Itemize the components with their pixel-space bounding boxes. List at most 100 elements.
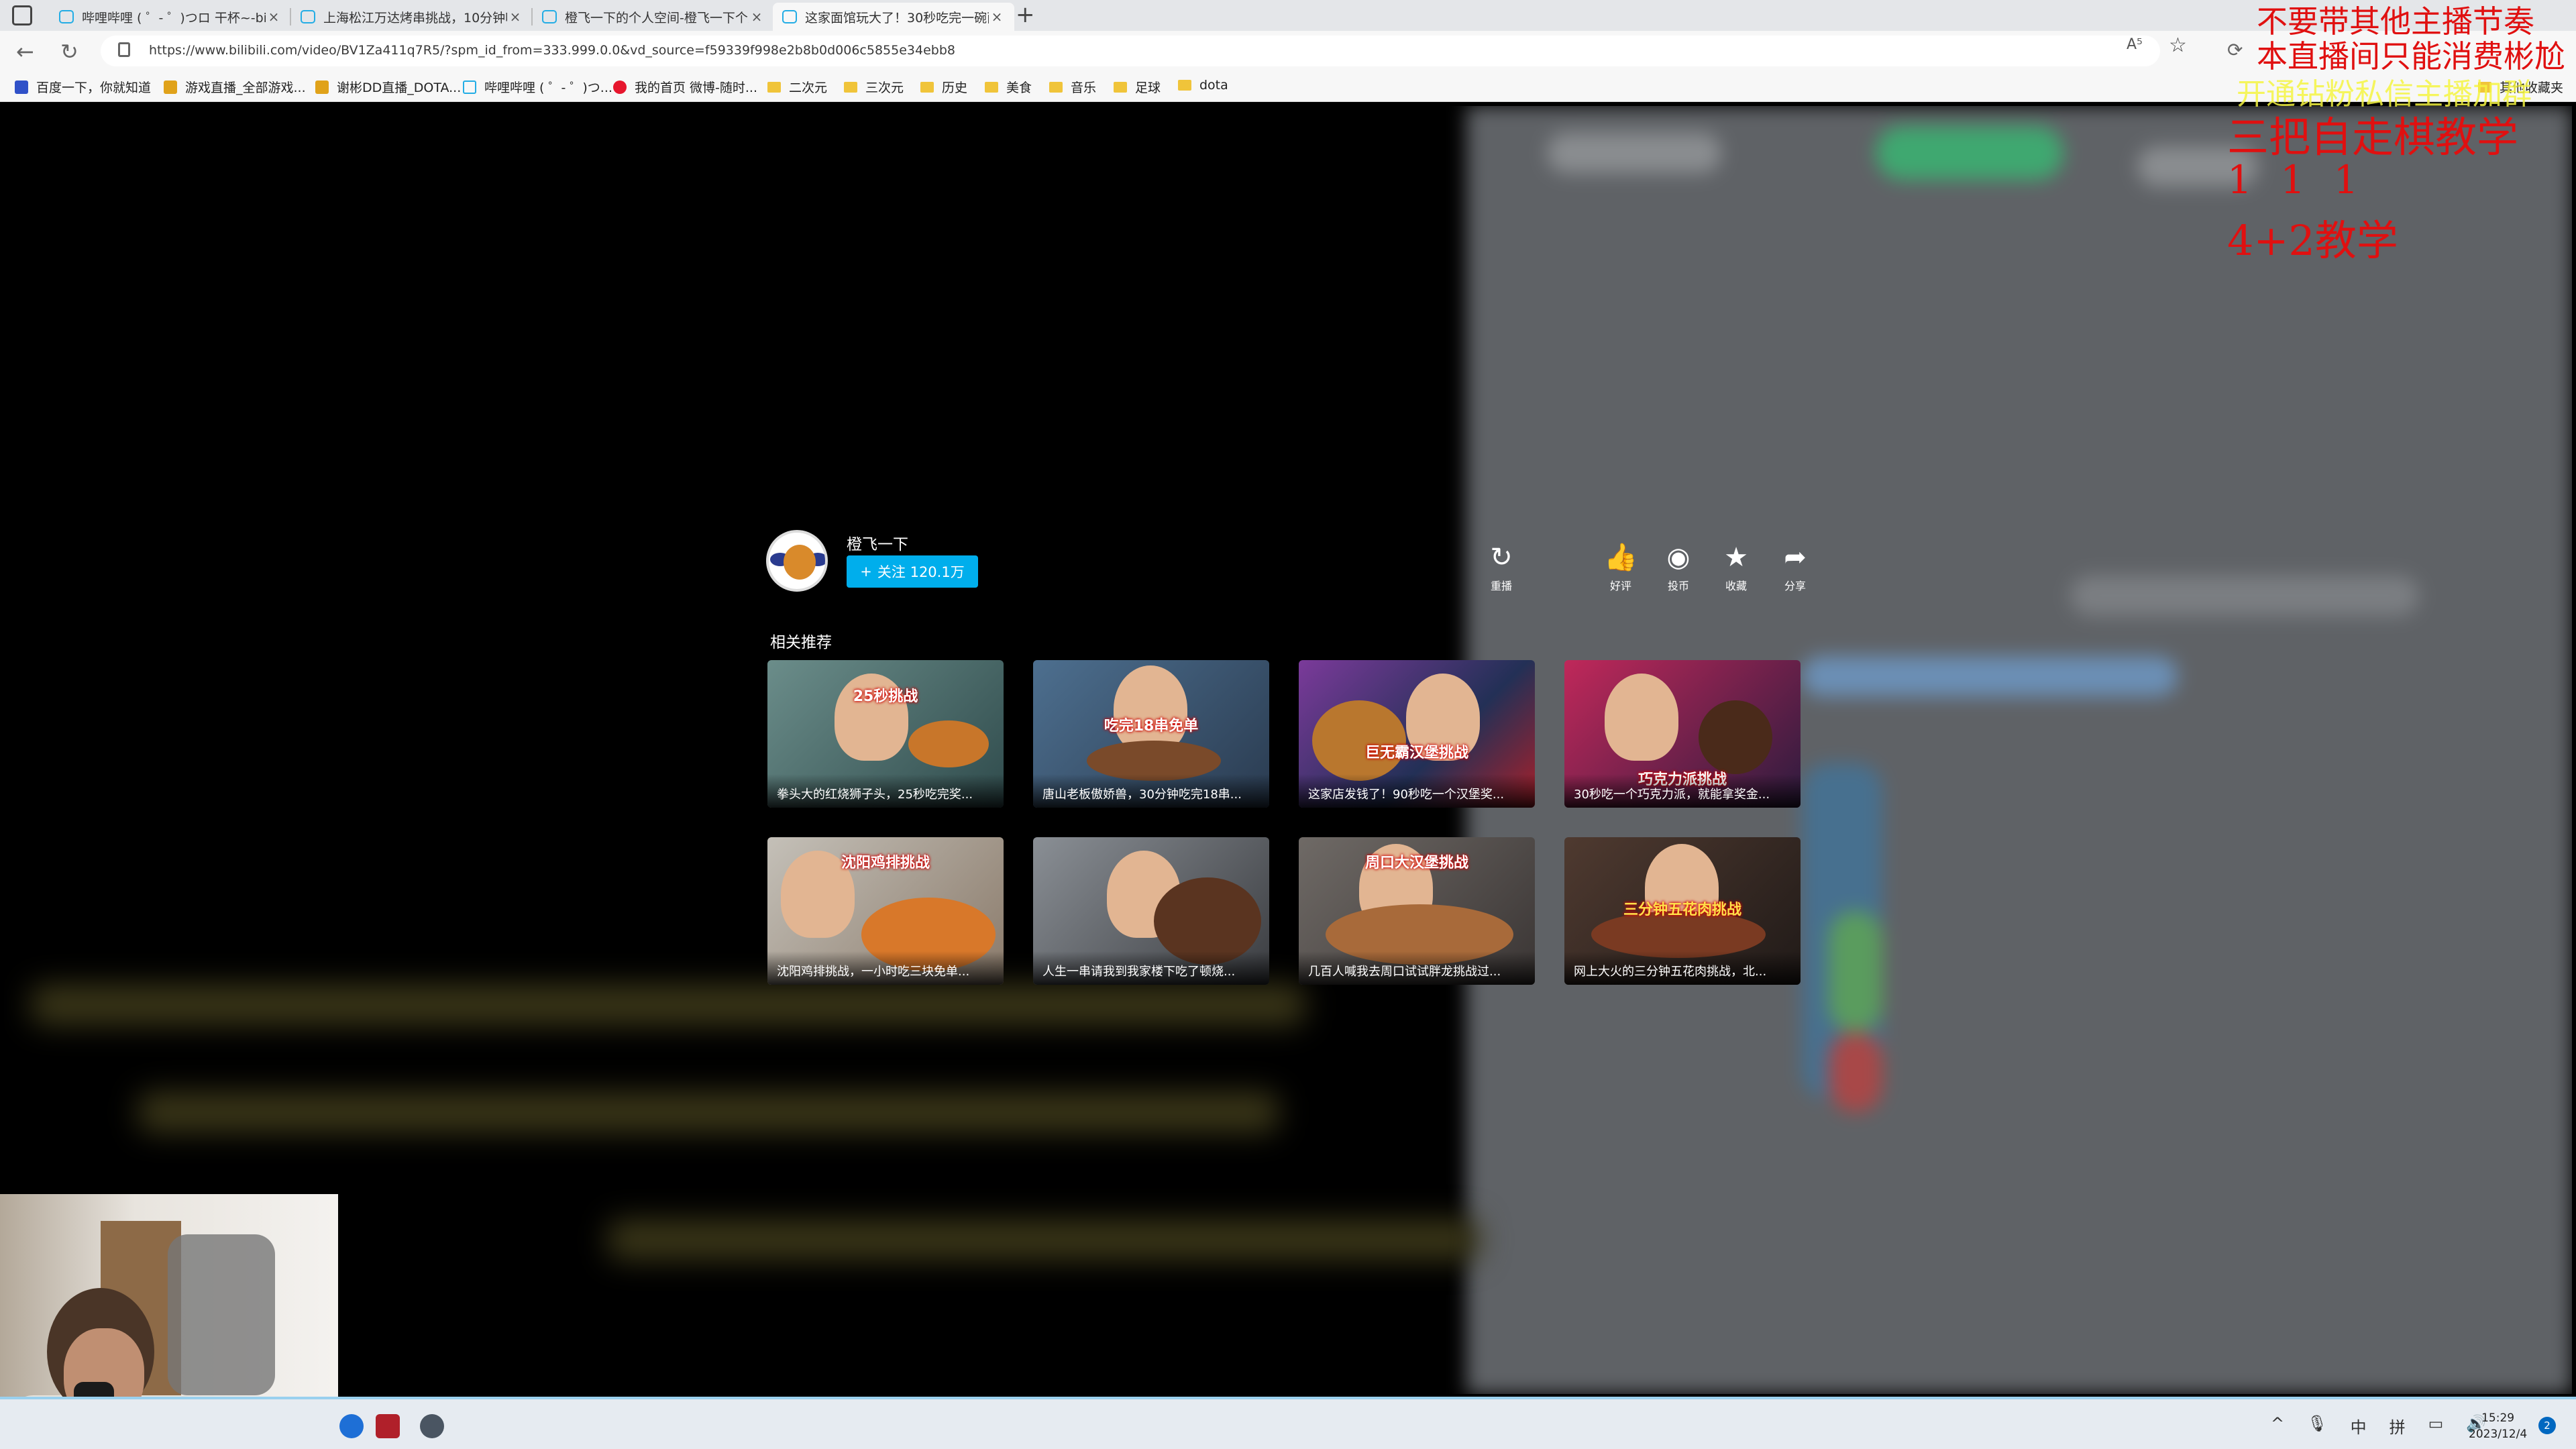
clock-date: 2023/12/4 — [2469, 1428, 2528, 1441]
bookmark-label: 足球 — [1135, 80, 1161, 95]
bookmark-item[interactable]: 百度一下，你就知道 — [15, 78, 151, 96]
related-video-card[interactable]: 巧克力派挑战 30秒吃一个巧克力派，就能拿奖金... — [1564, 660, 1801, 808]
address-row: ← ↻ https://www.bilibili.com/video/BV1Za… — [0, 31, 2576, 71]
related-video-card[interactable]: 吃完18串免单 唐山老板傲娇兽，30分钟吃完18串... — [1033, 660, 1269, 808]
action-label: 分享 — [1784, 580, 1806, 592]
like-button[interactable]: 👍 好评 — [1594, 542, 1648, 593]
thumbnail-person — [1605, 674, 1678, 761]
thumbnail-overlay: 沈阳鸡排挑战 — [841, 855, 930, 871]
bookmark-folder[interactable]: 二次元 — [767, 78, 827, 96]
related-video-card[interactable]: 沈阳鸡排挑战 沈阳鸡排挑战，一小时吃三块免单... — [767, 837, 1004, 985]
bookmark-folder[interactable]: 足球 — [1114, 78, 1161, 96]
tab-close-icon[interactable]: × — [989, 9, 1005, 25]
folder-icon — [1178, 80, 1191, 91]
related-video-card[interactable]: 人生一串请我到我家楼下吃了顿烧... — [1033, 837, 1269, 985]
blurred-line — [138, 1092, 1279, 1132]
taskbar: ^ 🎙 中 拼 ▭ 🔊 15:29 2023/12/4 2 — [0, 1397, 2576, 1449]
bookmark-item[interactable]: 谢彬DD直播_DOTA... — [315, 78, 461, 96]
new-tab-button[interactable]: + — [1016, 1, 1035, 28]
weibo-icon — [613, 80, 627, 94]
avatar-face — [784, 545, 816, 580]
tray-up-arrow-icon[interactable]: ^ — [2271, 1414, 2284, 1438]
tab-current-video[interactable]: 这家面馆玩大了！30秒吃完一碗面 × — [773, 3, 1014, 31]
ime-language[interactable]: 中 — [2351, 1414, 2367, 1438]
tab-author-space[interactable]: 橙飞一下的个人空间-橙飞一下个人主页 × — [533, 3, 774, 31]
bookmark-folder[interactable]: 历史 — [920, 78, 967, 96]
bookmark-label: 游戏直播_全部游戏... — [185, 80, 306, 95]
bookmark-item[interactable]: 我的首页 微博-随时... — [613, 78, 757, 96]
replay-button[interactable]: ↻ 重播 — [1474, 542, 1528, 593]
url-text[interactable]: https://www.bilibili.com/video/BV1Za411q… — [149, 43, 955, 58]
read-aloud-icon[interactable]: A⁵ — [2127, 36, 2143, 53]
clock[interactable]: 15:29 2023/12/4 — [2469, 1410, 2527, 1442]
tab-actions-button[interactable] — [12, 5, 32, 25]
overlay-line: 三把自走棋教学 — [2227, 113, 2519, 162]
related-title: 相关推荐 — [770, 634, 832, 651]
bookmark-label: 音乐 — [1071, 80, 1097, 95]
replay-icon: ↻ — [1490, 542, 1513, 573]
folder-icon — [1114, 81, 1127, 93]
coin-button[interactable]: ◉ 投币 — [1652, 542, 1705, 593]
thumbnail-overlay: 25秒挑战 — [853, 688, 918, 705]
author-avatar[interactable] — [766, 530, 828, 592]
bookmark-folder[interactable]: 三次元 — [844, 78, 904, 96]
tab-close-icon[interactable]: × — [507, 9, 523, 25]
tab-close-icon[interactable]: × — [266, 9, 282, 25]
address-bar[interactable]: https://www.bilibili.com/video/BV1Za411q… — [101, 36, 2160, 66]
thumbnail-food — [908, 720, 989, 767]
clock-time: 15:29 — [2481, 1411, 2515, 1425]
bookmark-label: 美食 — [1006, 80, 1032, 95]
author-name[interactable]: 橙飞一下 — [847, 531, 908, 554]
blurred-block — [1829, 911, 1882, 1032]
video-player[interactable]: 橙飞一下 + 关注 120.1万 ↻ 重播 👍 好评 ◉ 投币 ★ 收藏 ➦ 分… — [4, 106, 2572, 1394]
bookmark-label: 哔哩哔哩 ( ゜- ゜)つ... — [484, 80, 612, 95]
back-arrow-icon[interactable]: ← — [16, 39, 34, 64]
thumbnail-overlay: 周口大汉堡挑战 — [1364, 855, 1468, 871]
bookmark-folder[interactable]: 美食 — [985, 78, 1032, 96]
folder-icon — [1049, 81, 1063, 93]
thumbnail-person — [1114, 665, 1187, 753]
action-label: 收藏 — [1725, 580, 1747, 592]
share-button[interactable]: ➦ 分享 — [1768, 542, 1822, 593]
favorite-button[interactable]: ★ 收藏 — [1709, 542, 1763, 593]
lock-icon[interactable] — [118, 42, 130, 57]
refresh-icon[interactable]: ↻ — [60, 39, 78, 64]
blurred-block — [1829, 1032, 1882, 1112]
related-video-card[interactable]: 巨无霸汉堡挑战 这家店发钱了！90秒吃一个汉堡奖... — [1299, 660, 1535, 808]
bookmark-item[interactable]: 哔哩哔哩 ( ゜- ゜)つ... — [463, 78, 612, 96]
tab-title: 上海松江万达烤串挑战，10分钟吃完 — [323, 10, 507, 25]
microphone-icon[interactable]: 🎙 — [2307, 1414, 2327, 1438]
bilibili-icon — [59, 10, 74, 23]
favorite-star-icon[interactable]: ☆ — [2169, 34, 2187, 57]
video-caption: 唐山老板傲娇兽，30分钟吃完18串... — [1033, 774, 1269, 808]
related-video-card[interactable]: 周口大汉堡挑战 几百人喊我去周口试试胖龙挑战过... — [1299, 837, 1535, 985]
follow-button[interactable]: + 关注 120.1万 — [847, 555, 978, 588]
ime-mode[interactable]: 拼 — [2390, 1414, 2406, 1438]
related-video-card[interactable]: 25秒挑战 拳头大的红烧狮子头，25秒吃完奖... — [767, 660, 1004, 808]
baidu-icon — [15, 80, 28, 94]
bookmark-item[interactable]: 游戏直播_全部游戏... — [164, 78, 306, 96]
bookmark-folder[interactable]: 音乐 — [1049, 78, 1096, 96]
settings-gear-icon[interactable] — [420, 1414, 444, 1438]
tab-bar: 哔哩哔哩 ( ゜- ゜)つロ 干杯~-bilibili × 上海松江万达烤串挑战… — [0, 0, 2576, 31]
bookmark-folder[interactable]: dota — [1178, 78, 1228, 93]
tab-close-icon[interactable]: × — [749, 9, 765, 25]
thumbnail-overlay: 巨无霸汉堡挑战 — [1364, 745, 1468, 761]
tab-bilibili-home[interactable]: 哔哩哔哩 ( ゜- ゜)つロ 干杯~-bilibili × — [50, 3, 291, 31]
bookmark-label: 谢彬DD直播_DOTA... — [337, 80, 462, 95]
stream-overlay: 不要带其他主播节奏 本直播间只能消费彬尬 开通钻粉私信主播加群 三把自走棋教学 … — [2214, 0, 2576, 268]
video-caption: 30秒吃一个巧克力派，就能拿奖金... — [1564, 774, 1801, 808]
thumbs-up-icon: 👍 — [1604, 542, 1638, 573]
blurred-block — [1876, 126, 2063, 180]
tab-songjiang-skewers[interactable]: 上海松江万达烤串挑战，10分钟吃完 × — [291, 3, 533, 31]
network-icon[interactable]: ▭ — [2428, 1414, 2444, 1438]
overlay-line: 4+2教学 — [2227, 216, 2398, 265]
steam-icon[interactable] — [339, 1414, 364, 1438]
follow-label: 关注 120.1万 — [877, 564, 965, 580]
dota-icon[interactable] — [376, 1414, 400, 1438]
related-video-card[interactable]: 三分钟五花肉挑战 网上大火的三分钟五花肉挑战，北... — [1564, 837, 1801, 985]
bilibili-icon — [542, 10, 557, 23]
notification-badge[interactable]: 2 — [2538, 1417, 2556, 1434]
thumbnail-overlay: 吃完18串免单 — [1104, 718, 1199, 735]
douyu-icon — [315, 80, 329, 94]
